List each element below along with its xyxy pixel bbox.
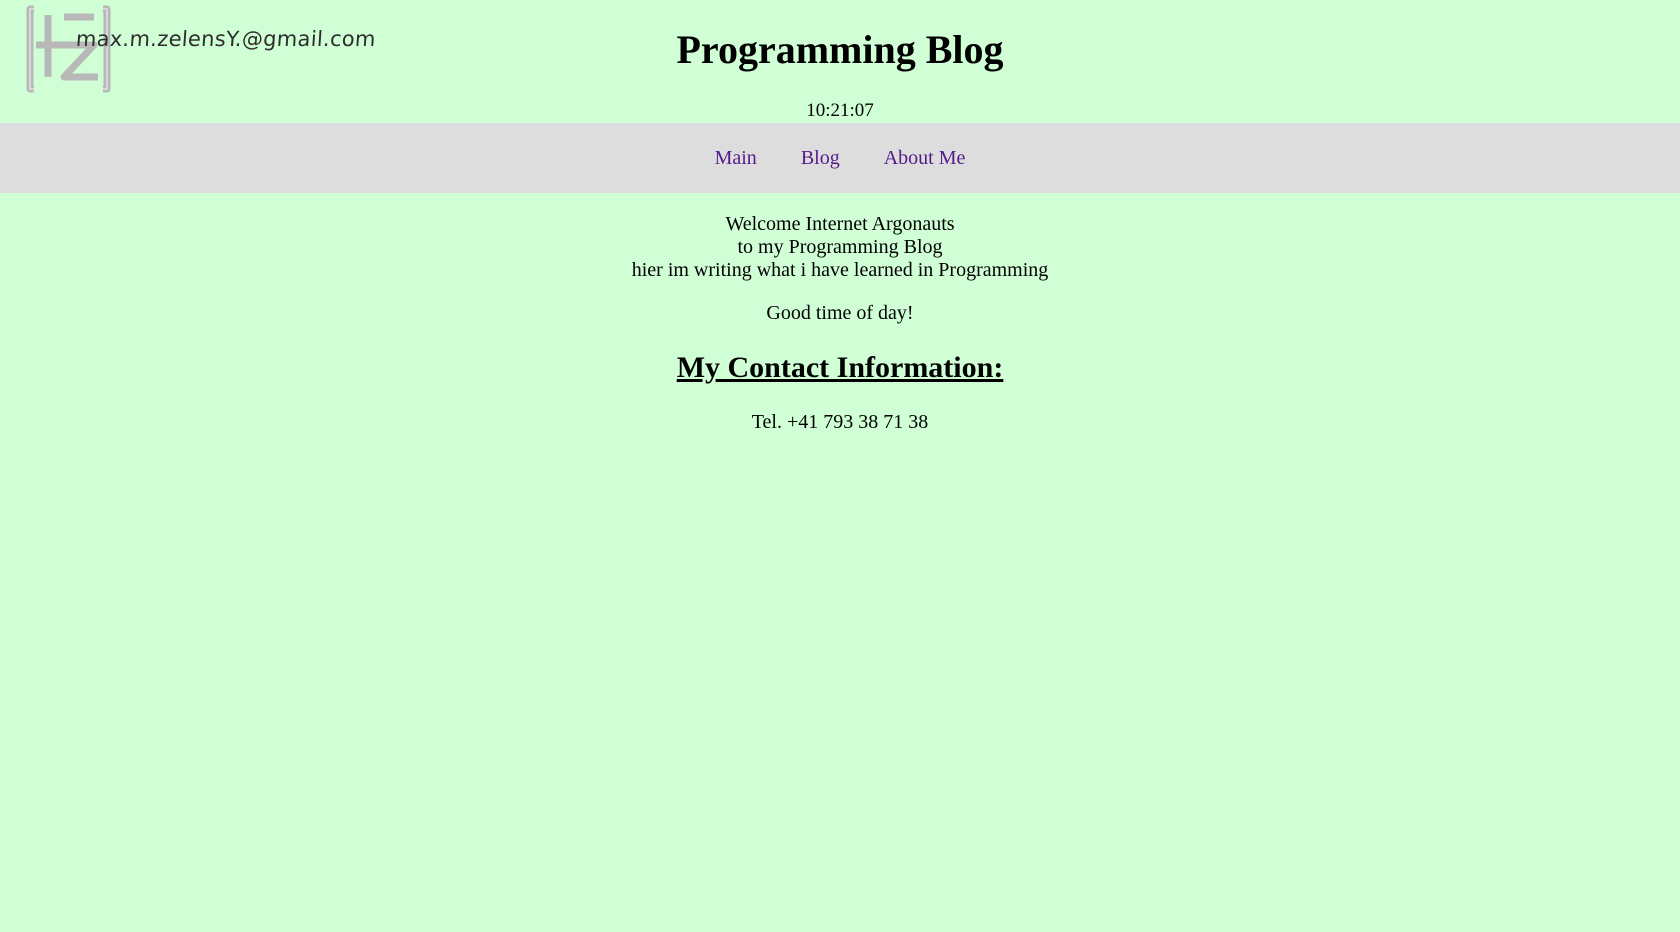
intro-text: Welcome Internet Argonauts to my Program… — [0, 213, 1680, 282]
site-header: max.m.zelensY.@gmail.com Programming Blo… — [0, 0, 1680, 123]
intro-line-1: Welcome Internet Argonauts — [725, 213, 955, 235]
intro-line-2: to my Programming Blog — [737, 236, 943, 258]
clock-display: 10:21:07 — [806, 100, 874, 121]
phone-number: Tel. +41 793 38 71 38 — [751, 411, 929, 433]
page-title: Programming Blog — [676, 27, 1004, 72]
nav-link-blog[interactable]: Blog — [801, 147, 840, 170]
nav-link-about-me[interactable]: About Me — [884, 147, 966, 170]
contact-heading: My Contact Information: — [676, 351, 1004, 384]
main-content: Welcome Internet Argonauts to my Program… — [0, 213, 1680, 434]
greeting-text: Good time of day! — [766, 302, 914, 324]
intro-line-3: hier im writing what i have learned in P… — [631, 259, 1049, 281]
main-nav: Main Blog About Me — [0, 123, 1680, 193]
nav-link-main[interactable]: Main — [715, 147, 757, 170]
